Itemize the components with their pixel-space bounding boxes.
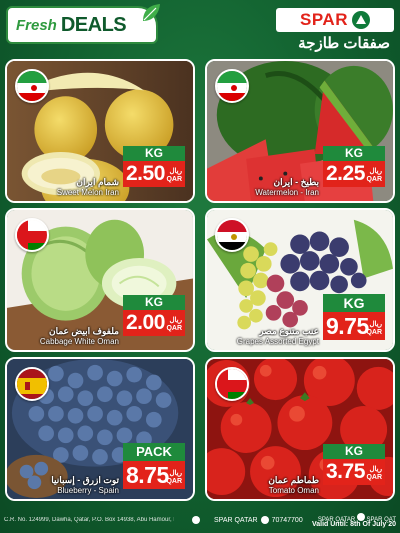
product-card-cabbage[interactable]: ملفوف ابيض عمان Cabbage White Oman KG 2.…	[5, 208, 195, 352]
product-caption: شمام ايران Sweet Melon Iran	[57, 177, 119, 197]
fresh-deals-badge: Fresh DEALS	[6, 6, 158, 44]
currency: QAR	[366, 474, 382, 481]
price-value: 8.75	[126, 461, 169, 488]
currency: QAR	[166, 325, 182, 332]
social-handle: SPAR QATAR	[214, 516, 258, 524]
product-name-ar: ملفوف ابيض عمان	[48, 326, 119, 336]
product-card-sweet-melon[interactable]: شمام ايران Sweet Melon Iran KG 2.50 ريال…	[5, 59, 195, 203]
social-link[interactable]	[192, 516, 200, 526]
footer: C.R. No. 124999, Dawha, Qatar, P.O. Box …	[0, 510, 400, 533]
product-name-en: Blueberry - Spain	[57, 486, 119, 495]
store-address: C.R. No. 124999, Dawha, Qatar, P.O. Box …	[4, 517, 174, 523]
unit-label: KG	[323, 294, 385, 312]
play-icon	[192, 516, 200, 524]
price-value: 9.75	[326, 312, 369, 339]
price-tag: KG 2.25 ريال QAR	[323, 146, 385, 187]
product-caption: ملفوف ابيض عمان Cabbage White Oman	[40, 326, 119, 346]
price-box: 9.75 ريال QAR	[323, 312, 385, 340]
currency-ar: ريال	[369, 321, 382, 328]
currency-label: ريال QAR	[366, 466, 382, 482]
product-card-grapes[interactable]: عنب متنوع مصر Grapes Assorted Egypt KG 9…	[205, 208, 395, 352]
unit-label: PACK	[123, 443, 185, 461]
currency-label: ريال QAR	[366, 168, 382, 184]
phone-link[interactable]: SPAR QATAR 70747700	[214, 516, 303, 524]
iran-flag-icon	[15, 69, 49, 103]
price-value: 2.50	[126, 162, 165, 185]
currency-label: ريال QAR	[366, 321, 382, 337]
unit-label: KG	[323, 146, 385, 161]
product-caption: طماطم عمان Tomato Oman	[268, 475, 319, 495]
product-name-ar: بطيخ - ايران	[273, 177, 320, 187]
currency-label: ريال QAR	[166, 168, 182, 184]
product-caption: بطيخ - ايران Watermelon - Iran	[255, 177, 319, 197]
unit-label: KG	[123, 146, 185, 161]
product-name-en: Grapes Assorted Egypt	[236, 337, 319, 346]
product-name-en: Watermelon - Iran	[255, 188, 319, 197]
price-value: 2.25	[326, 162, 365, 185]
price-value: 2.00	[126, 311, 165, 334]
price-box: 2.25 ريال QAR	[323, 161, 385, 187]
fresh-label: Fresh	[16, 16, 57, 34]
validity-text: Valid Until: 8th Of July 20	[311, 521, 396, 528]
spain-flag-icon	[15, 367, 49, 401]
product-caption: عنب متنوع مصر Grapes Assorted Egypt	[237, 326, 319, 346]
currency-ar: ريال	[369, 168, 382, 175]
oman-flag-icon	[15, 218, 49, 252]
product-card-watermelon[interactable]: بطيخ - ايران Watermelon - Iran KG 2.25 ر…	[205, 59, 395, 203]
unit-label: KG	[323, 444, 385, 459]
leaf-icon	[143, 4, 160, 21]
price-box: 2.50 ريال QAR	[123, 161, 185, 187]
product-name-en: Cabbage White Oman	[39, 337, 119, 346]
currency-ar: ريال	[169, 168, 182, 175]
spar-logo: SPAR	[276, 8, 394, 32]
product-name-ar: شمام ايران	[76, 177, 119, 187]
price-tag: KG 2.00 ريال QAR	[123, 295, 185, 336]
spar-tree-icon	[351, 11, 370, 29]
price-tag: PACK 8.75 ريال QAR	[123, 443, 185, 489]
product-name-ar: عنب متنوع مصر	[259, 326, 319, 336]
price-box: 2.00 ريال QAR	[123, 310, 185, 336]
egypt-flag-icon	[215, 218, 249, 252]
currency-ar: ريال	[169, 470, 182, 477]
product-name-ar: توت ازرق - إسبانيا	[51, 475, 119, 485]
instagram-icon	[356, 513, 365, 521]
whatsapp-icon	[260, 516, 269, 524]
header: Fresh DEALS SPAR صفقات طازجة	[0, 0, 400, 58]
currency-label: ريال QAR	[166, 317, 182, 333]
deals-label: DEALS	[60, 13, 127, 36]
product-card-tomato[interactable]: طماطم عمان Tomato Oman KG 3.75 ريال QAR	[205, 357, 395, 501]
iran-flag-icon	[215, 69, 249, 103]
price-box: 8.75 ريال QAR	[123, 461, 185, 489]
currency-label: ريال QAR	[166, 470, 182, 486]
currency-ar: ريال	[369, 466, 382, 473]
currency: QAR	[366, 176, 382, 183]
product-card-blueberry[interactable]: توت ازرق - إسبانيا Blueberry - Spain PAC…	[5, 357, 195, 501]
currency: QAR	[366, 329, 382, 336]
currency: QAR	[166, 176, 182, 183]
unit-label: KG	[123, 295, 185, 310]
arabic-title: صفقات طازجة	[298, 35, 390, 52]
price-box: 3.75 ريال QAR	[323, 459, 385, 485]
brand-name: SPAR	[300, 10, 348, 29]
currency-ar: ريال	[169, 317, 182, 324]
product-caption: توت ازرق - إسبانيا Blueberry - Spain	[51, 475, 119, 495]
price-tag: KG 9.75 ريال QAR	[323, 294, 385, 340]
product-name-en: Tomato Oman	[268, 486, 319, 495]
product-name-en: Sweet Melon Iran	[56, 188, 119, 197]
oman-flag-icon	[215, 367, 249, 401]
currency: QAR	[166, 478, 182, 485]
price-tag: KG 3.75 ريال QAR	[323, 444, 385, 485]
product-name-ar: طماطم عمان	[268, 475, 319, 485]
phone-number: 70747700	[271, 516, 303, 524]
price-value: 3.75	[326, 460, 365, 483]
price-tag: KG 2.50 ريال QAR	[123, 146, 185, 187]
